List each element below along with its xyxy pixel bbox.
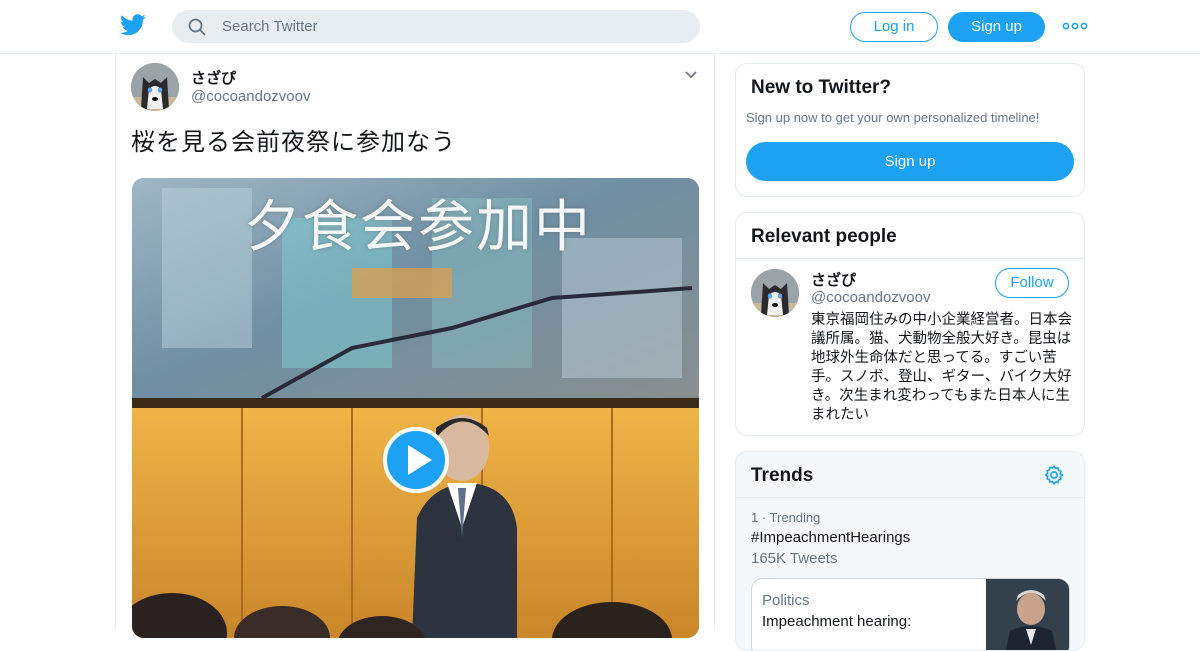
- divider: [736, 258, 1084, 259]
- person-name[interactable]: さざぴ: [811, 269, 856, 290]
- follow-button[interactable]: Follow: [995, 268, 1069, 298]
- trends-card: Trends 1 · Trending #ImpeachmentHearings…: [735, 451, 1085, 651]
- search-icon: [188, 18, 206, 36]
- card-title: New to Twitter?: [751, 77, 892, 98]
- trend-rank-label: 1 · Trending: [751, 510, 821, 525]
- husky-dog-avatar-icon: [751, 269, 799, 317]
- video-player[interactable]: 夕食会参加中: [132, 178, 699, 638]
- tweet-text: 桜を見る会前夜祭に参加なう: [131, 128, 456, 156]
- chevron-down-icon[interactable]: [684, 70, 698, 80]
- news-headline: Impeachment hearing:: [762, 613, 912, 630]
- news-category: Politics: [762, 592, 810, 609]
- author-handle[interactable]: @cocoandozvoov: [191, 88, 310, 105]
- card-subtitle: Sign up now to get your own personalized…: [746, 110, 1040, 125]
- new-to-twitter-card: New to Twitter? Sign up now to get your …: [735, 63, 1085, 197]
- relevant-people-card: Relevant people さざぴ @cocoandozvoov Follo…: [735, 212, 1085, 436]
- play-icon[interactable]: [382, 426, 450, 494]
- trend-tweet-count: 165K Tweets: [751, 550, 838, 567]
- person-handle[interactable]: @cocoandozvoov: [811, 289, 930, 306]
- sidebar-signup-button[interactable]: Sign up: [746, 142, 1074, 181]
- avatar[interactable]: [751, 269, 799, 317]
- author-name[interactable]: さざぴ: [191, 67, 236, 88]
- video-caption-overlay: 夕食会参加中: [244, 195, 592, 260]
- signup-button[interactable]: Sign up: [948, 12, 1045, 42]
- person-bio: 東京福岡住みの中小企業経営者。日本会議所属。猫、犬動物全般大好き。昆虫は地球外生…: [811, 312, 1072, 423]
- card-title: Relevant people: [751, 226, 897, 247]
- tweet-detail: さざぴ @cocoandozvoov 桜を見る会前夜祭に参加なう 夕食会参加中: [115, 54, 715, 638]
- divider: [736, 497, 1084, 498]
- card-title: Trends: [751, 465, 814, 486]
- husky-dog-avatar-icon: [131, 63, 179, 111]
- more-dots-icon[interactable]: [1062, 19, 1088, 33]
- trend-news-card[interactable]: Politics Impeachment hearing:: [751, 578, 1070, 650]
- trend-hashtag[interactable]: #ImpeachmentHearings: [751, 529, 910, 546]
- news-thumbnail: [986, 579, 1069, 650]
- avatar[interactable]: [131, 63, 179, 111]
- twitter-bird-icon[interactable]: [120, 14, 146, 36]
- login-button[interactable]: Log in: [850, 12, 938, 42]
- gear-icon[interactable]: [1043, 464, 1065, 486]
- search-input[interactable]: [222, 10, 682, 43]
- top-navigation-bar: Log in Sign up: [0, 0, 1200, 54]
- search-box[interactable]: [172, 10, 700, 43]
